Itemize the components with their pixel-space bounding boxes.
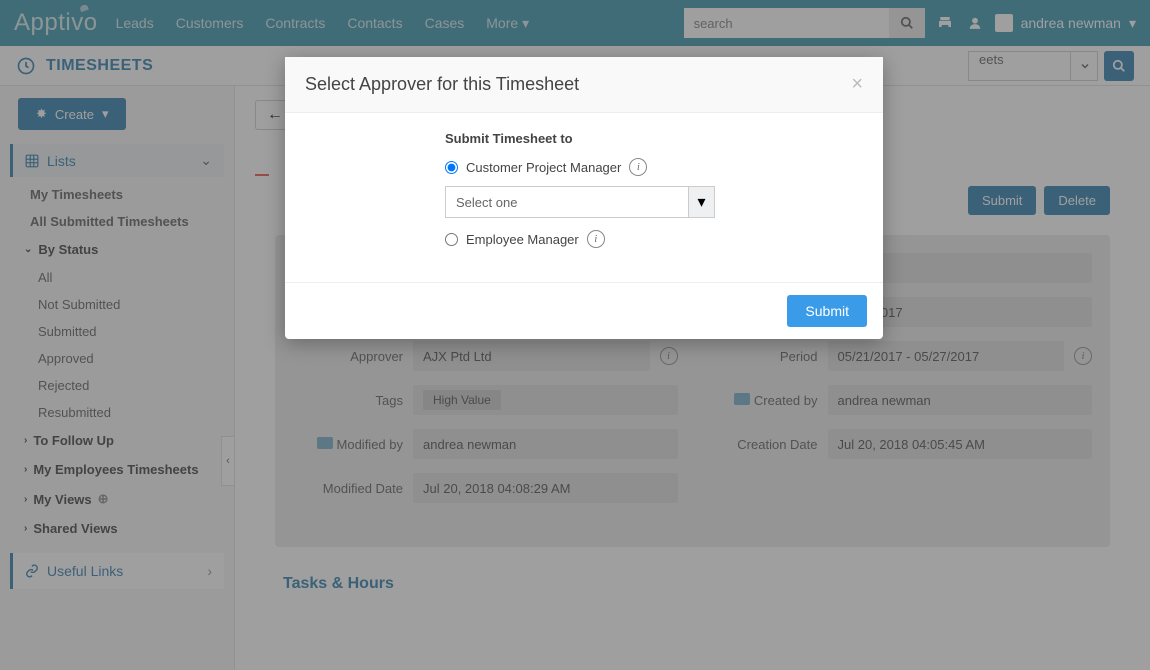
radio-employee-manager[interactable]: Employee Manager i: [445, 230, 863, 248]
modal-heading: Submit Timesheet to: [445, 131, 863, 146]
modal-body: Submit Timesheet to Customer Project Man…: [285, 113, 883, 282]
select-approver-modal: Select Approver for this Timesheet × Sub…: [285, 57, 883, 339]
radio-customer-pm[interactable]: Customer Project Manager i: [445, 158, 863, 176]
radio-label: Employee Manager: [466, 232, 579, 247]
modal-title: Select Approver for this Timesheet: [305, 74, 579, 95]
caret-down-icon: ▾: [697, 192, 705, 212]
dropdown-toggle[interactable]: ▾: [689, 186, 715, 218]
approver-select-value: Select one: [445, 186, 689, 218]
modal-header: Select Approver for this Timesheet ×: [285, 57, 883, 113]
radio-input[interactable]: [445, 161, 458, 174]
modal-submit-button[interactable]: Submit: [787, 295, 867, 327]
info-icon[interactable]: i: [587, 230, 605, 248]
approver-select[interactable]: Select one ▾: [445, 186, 715, 218]
radio-input[interactable]: [445, 233, 458, 246]
modal-footer: Submit: [285, 282, 883, 339]
close-icon[interactable]: ×: [851, 73, 863, 96]
radio-label: Customer Project Manager: [466, 160, 621, 175]
info-icon[interactable]: i: [629, 158, 647, 176]
